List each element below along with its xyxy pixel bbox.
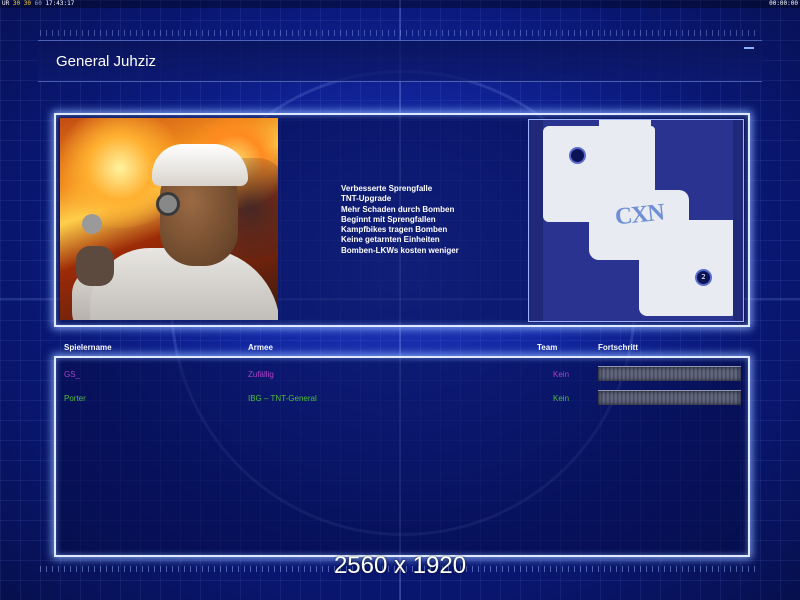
player-progress-bar — [598, 366, 741, 381]
status-value-3: 60 — [34, 0, 42, 7]
map-logo: CXN — [613, 199, 666, 231]
portrait-headset — [156, 192, 180, 216]
feature-item: Kampfbikes tragen Bomben — [341, 225, 448, 235]
status-bar-left: UR 30 30 60 17:43:17 — [2, 0, 74, 8]
feature-item: Bomben-LKWs kosten weniger — [341, 245, 459, 255]
feature-item: Keine getarnten Einheiten — [341, 235, 440, 245]
column-header-progress: Fortschritt — [598, 343, 638, 352]
player-team: Kein — [553, 370, 570, 379]
player-name: Porter — [64, 394, 86, 403]
portrait-turban — [152, 144, 248, 186]
column-header-team: Team — [537, 343, 558, 352]
player-army: IBG – TNT-General — [248, 394, 317, 403]
players-panel — [54, 356, 750, 557]
feature-item: Verbesserte Sprengfalle — [341, 184, 433, 193]
column-header-army: Armee — [248, 343, 273, 352]
player-row: GS_ Zufällig Kein — [56, 366, 744, 382]
status-clock: 17:43:17 — [45, 0, 75, 7]
player-army: Zufällig — [248, 370, 274, 379]
status-value-2: 30 — [23, 0, 31, 7]
feature-item: Beginnt mit Sprengfallen — [341, 214, 436, 224]
start-position-2: 2 — [695, 269, 712, 286]
general-title: General Juhziz — [56, 53, 157, 70]
map-border-left — [529, 120, 543, 321]
loading-screen: UR 30 30 60 17:43:17 00:00:00 General Ju… — [0, 0, 800, 600]
player-progress-bar — [598, 390, 741, 405]
top-ruler-decoration — [40, 30, 760, 36]
portrait-hand — [76, 246, 114, 286]
resolution-caption: 2560 x 1920 — [333, 552, 467, 579]
header-tick-decoration — [744, 47, 754, 49]
map-terrain — [679, 220, 735, 250]
start-position-1 — [569, 147, 586, 164]
map-preview: CXN 2 — [528, 119, 744, 322]
status-timer: 00:00:00 — [769, 0, 798, 7]
status-prefix: UR — [2, 0, 10, 7]
general-portrait — [60, 118, 278, 320]
column-header-player-name: Spielername — [64, 343, 112, 352]
player-row: Porter IBG – TNT-General Kein — [56, 390, 744, 406]
status-value-1: 30 — [12, 0, 21, 7]
player-team: Kein — [553, 394, 570, 403]
header-bar: General Juhziz — [38, 40, 762, 82]
player-name: GS_ — [64, 370, 81, 379]
feature-item: TNT-Upgrade — [341, 194, 392, 204]
general-features-list: Verbesserte Sprengfalle TNT-Upgrade Mehr… — [341, 184, 521, 256]
map-border-right — [733, 120, 743, 321]
status-bar: UR 30 30 60 17:43:17 00:00:00 — [0, 0, 800, 8]
map-terrain — [639, 240, 735, 316]
portrait-detonator — [82, 214, 102, 234]
feature-item: Mehr Schaden durch Bomben — [341, 204, 455, 214]
